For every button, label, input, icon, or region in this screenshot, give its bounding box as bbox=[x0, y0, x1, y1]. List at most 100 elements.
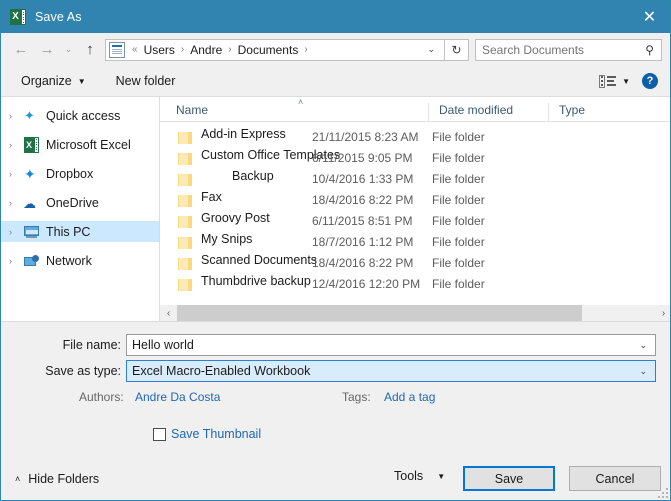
sidebar-item-quick-access[interactable]: › ✦ Quick access bbox=[1, 105, 159, 126]
authors-value[interactable]: Andre Da Costa bbox=[135, 390, 220, 404]
search-icon[interactable]: ⚲ bbox=[645, 43, 661, 57]
organize-button[interactable]: Organize ▼ bbox=[15, 70, 92, 92]
file-name-value: Hello world bbox=[132, 338, 194, 352]
navigation-bar: ← → ⌄ ↑ « Users › Andre › Documents › ⌄ … bbox=[1, 33, 670, 66]
tools-button[interactable]: Tools ▼ bbox=[394, 469, 445, 483]
chevron-down-icon: ▼ bbox=[437, 471, 446, 481]
file-type-cell: File folder bbox=[432, 151, 485, 165]
sort-ascending-icon: ˄ bbox=[298, 97, 304, 107]
hide-folders-button[interactable]: ˄ Hide Folders bbox=[15, 472, 99, 486]
scroll-right-icon[interactable]: › bbox=[655, 305, 670, 322]
file-type-cell: File folder bbox=[432, 214, 485, 228]
refresh-icon[interactable]: ↻ bbox=[445, 38, 469, 61]
save-as-type-value: Excel Macro-Enabled Workbook bbox=[132, 364, 311, 378]
file-list-pane: ˄ Name Date modified Type Add-in Express… bbox=[160, 97, 670, 321]
close-icon[interactable]: ✕ bbox=[627, 1, 670, 33]
search-input[interactable] bbox=[476, 41, 646, 58]
folder-icon bbox=[178, 215, 192, 228]
column-header-row: ˄ Name Date modified Type bbox=[160, 97, 670, 122]
file-name-input[interactable]: Hello world ⌄ bbox=[126, 334, 656, 356]
file-type-cell: File folder bbox=[432, 172, 485, 186]
file-type-cell: File folder bbox=[432, 130, 485, 144]
sidebar-item-network[interactable]: › Network bbox=[1, 250, 159, 271]
view-options-caret-icon[interactable]: ▼ bbox=[622, 77, 630, 86]
organize-label: Organize bbox=[21, 74, 72, 88]
command-bar: Organize ▼ New folder ▼ ? bbox=[1, 66, 670, 97]
column-header-type[interactable]: Type bbox=[548, 103, 658, 121]
add-a-tag-link[interactable]: Add a tag bbox=[384, 390, 435, 404]
chevron-right-icon[interactable]: › bbox=[9, 111, 23, 121]
file-name-cell: Fax bbox=[201, 190, 222, 204]
save-thumbnail-checkbox[interactable] bbox=[153, 427, 166, 441]
hide-folders-label: Hide Folders bbox=[28, 472, 100, 486]
sidebar-item-this-pc[interactable]: › This PC bbox=[1, 221, 159, 242]
table-row[interactable]: My Snips 18/7/2016 1:12 PM File folder bbox=[160, 232, 670, 253]
file-date-cell: 12/4/2016 12:20 PM bbox=[312, 277, 421, 291]
breadcrumb-overflow[interactable]: « bbox=[128, 44, 142, 55]
table-row[interactable]: Scanned Documents 18/4/2016 8:22 PM File… bbox=[160, 253, 670, 274]
chevron-right-icon[interactable]: › bbox=[9, 169, 23, 179]
file-name-label: File name: bbox=[62, 338, 121, 352]
new-folder-button[interactable]: New folder bbox=[110, 70, 182, 92]
sidebar-item-label: OneDrive bbox=[46, 195, 99, 210]
help-icon[interactable]: ? bbox=[642, 73, 658, 89]
back-button[interactable]: ← bbox=[8, 37, 34, 63]
table-row[interactable]: Thumbdrive backup 12/4/2016 12:20 PM Fil… bbox=[160, 274, 670, 295]
metadata-row: Authors: Andre Da Costa Tags: Add a tag bbox=[1, 388, 670, 408]
file-name-cell: Groovy Post bbox=[201, 211, 270, 225]
table-row[interactable]: Fax 18/4/2016 8:22 PM File folder bbox=[160, 190, 670, 211]
up-button[interactable]: ↑ bbox=[77, 37, 103, 63]
chevron-down-icon: ▼ bbox=[77, 76, 86, 86]
table-row[interactable]: Backup 10/4/2016 1:33 PM File folder bbox=[160, 169, 670, 190]
scroll-left-icon[interactable]: ‹ bbox=[160, 305, 177, 322]
sidebar-item-label: This PC bbox=[46, 224, 91, 239]
forward-button[interactable]: → bbox=[34, 37, 60, 63]
chevron-right-icon[interactable]: › bbox=[9, 227, 23, 237]
save-thumbnail-label[interactable]: Save Thumbnail bbox=[171, 427, 261, 441]
column-header-date-modified[interactable]: Date modified bbox=[428, 103, 548, 121]
sidebar-item-onedrive[interactable]: › ☁ OneDrive bbox=[1, 192, 159, 213]
resize-grip-icon[interactable] bbox=[658, 488, 668, 498]
table-row[interactable]: Custom Office Templates 6/11/2015 9:05 P… bbox=[160, 148, 670, 169]
save-thumbnail-row[interactable]: Save Thumbnail bbox=[153, 427, 261, 441]
recent-locations-button[interactable]: ⌄ bbox=[60, 37, 77, 63]
column-header-name[interactable]: Name bbox=[160, 103, 428, 121]
table-row[interactable]: Add-in Express 21/11/2015 8:23 AM File f… bbox=[160, 127, 670, 148]
save-as-type-select[interactable]: Excel Macro-Enabled Workbook ⌄ bbox=[126, 360, 656, 382]
chevron-down-icon[interactable]: ⌄ bbox=[423, 44, 444, 55]
chevron-right-icon[interactable]: › bbox=[9, 140, 23, 150]
cancel-button[interactable]: Cancel bbox=[569, 466, 661, 491]
tools-label: Tools bbox=[394, 469, 424, 483]
chevron-right-icon[interactable]: › bbox=[9, 256, 23, 266]
scrollbar-track[interactable] bbox=[177, 304, 655, 322]
chevron-right-icon[interactable]: › bbox=[9, 198, 23, 208]
tags-label: Tags: bbox=[342, 390, 371, 404]
search-box[interactable]: ⚲ bbox=[475, 38, 662, 61]
file-name-cell: My Snips bbox=[201, 232, 253, 246]
file-type-cell: File folder bbox=[432, 277, 485, 291]
sidebar-item-dropbox[interactable]: › ✦ Dropbox bbox=[1, 163, 159, 184]
scrollbar-thumb[interactable] bbox=[177, 304, 582, 322]
navigation-pane: › ✦ Quick access › X Microsoft Excel › ✦… bbox=[1, 97, 160, 321]
address-bar[interactable]: « Users › Andre › Documents › ⌄ bbox=[105, 38, 445, 61]
save-as-type-label: Save as type: bbox=[45, 364, 121, 378]
view-layout-icon[interactable] bbox=[599, 74, 617, 89]
file-date-cell: 18/4/2016 8:22 PM bbox=[312, 256, 414, 270]
sidebar-item-microsoft-excel[interactable]: › X Microsoft Excel bbox=[1, 134, 159, 155]
sidebar-item-label: Quick access bbox=[46, 108, 121, 123]
breadcrumb-item-andre[interactable]: Andre bbox=[188, 43, 224, 57]
sidebar-item-label: Network bbox=[46, 253, 92, 268]
breadcrumb-item-documents[interactable]: Documents bbox=[236, 43, 301, 57]
chevron-down-icon[interactable]: ⌄ bbox=[631, 366, 655, 377]
chevron-down-icon[interactable]: ⌄ bbox=[631, 340, 655, 351]
file-date-cell: 18/4/2016 8:22 PM bbox=[312, 193, 414, 207]
save-button[interactable]: Save bbox=[463, 466, 555, 491]
table-row[interactable]: Groovy Post 6/11/2015 8:51 PM File folde… bbox=[160, 211, 670, 232]
breadcrumb-separator[interactable]: › bbox=[300, 44, 311, 55]
file-date-cell: 21/11/2015 8:23 AM bbox=[312, 130, 419, 144]
breadcrumb-item-users[interactable]: Users bbox=[142, 43, 177, 57]
dropbox-icon: ✦ bbox=[24, 165, 36, 182]
file-type-cell: File folder bbox=[432, 256, 485, 270]
cloud-icon: ☁ bbox=[23, 195, 36, 211]
horizontal-scrollbar[interactable]: ‹ › bbox=[160, 304, 670, 322]
